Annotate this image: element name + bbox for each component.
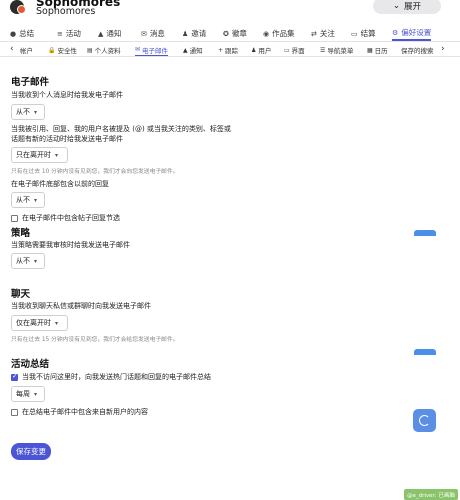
floating-action-button[interactable] [413,409,436,432]
mention-label-line1: 当我被引用、回复、我的用户名被提及 (@) 或当我关注的类别、标签或 [11,125,231,133]
users-icon: ♟ [251,46,257,54]
floating-tab [414,230,436,236]
digest-section-title: 活动总结 [11,359,50,370]
user-subtitle: Sophomores [36,6,96,17]
bars-icon: ☰ [320,46,326,54]
mention-select[interactable]: 只在离开时 ▾ [11,147,68,163]
envelope-icon: ✉ [135,46,141,53]
tab-notifications[interactable]: ▲ 通知 [98,26,121,41]
tab-email[interactable]: ✉ 电子邮件 [135,44,169,56]
plus-icon: + [218,46,224,54]
chat-select[interactable]: 仅在离开时 ▾ [11,315,68,331]
previous-replies-label: 在电子邮件底部包含以前的回复 [11,180,109,188]
primary-tabs: ● 总结 ≡ 活动 ▲ 通知 ✉ 消息 ♟ 邀请 ✪ 徽章 ◉ 作品集 ⇄ 关注 ▭ 结算 ⚙ 偏好… [0,26,460,42]
email-section-title: 电子邮件 [11,77,50,88]
desktop-icon: ▭ [284,46,290,54]
user-header: Sophomores Sophomores ⌄ 展开 [0,0,460,20]
floating-tab [414,349,436,355]
policy-label: 当策略需要我审核时给我发送电子邮件 [11,241,130,249]
gear-icon: ⚙ [392,28,399,37]
watermark: @e_driver: 已画脑 [404,489,458,500]
tab-interface[interactable]: ▭ 界面 [284,44,305,56]
chevron-down-icon: ▾ [34,390,38,398]
expand-label: 展开 [404,2,422,12]
chat-section-title: 聊天 [11,289,31,300]
bell-icon: ▲ [183,46,188,54]
expand-button[interactable]: ⌄ 展开 [373,0,441,14]
include-excerpt-checkbox[interactable]: 在电子邮件中包含帖子回复节选 [11,213,120,223]
stream-icon: ≡ [57,29,63,38]
tab-saved-searches[interactable]: 保存的搜索 [401,44,434,56]
chevron-down-icon: ⌄ [392,1,401,11]
previous-replies-select[interactable]: 从不 ▾ [11,192,45,208]
person-icon: ● [10,29,17,38]
tab-account[interactable]: 帐户 [20,44,33,56]
user-plus-icon: ♟ [182,29,189,38]
policy-section-title: 策略 [11,228,31,239]
credit-card-icon: ▭ [351,29,358,38]
tab-activity[interactable]: ≡ 活动 [57,26,81,41]
chat-label: 当我收到聊天私信或群聊时向我发送电子邮件 [11,302,151,310]
palette-icon: ◉ [263,29,270,38]
digest-new-users-checkbox[interactable]: 在总结电子邮件中包含来自新用户的内容 [11,407,148,417]
chevron-right-icon[interactable]: › [441,44,445,54]
policy-select[interactable]: 从不 ▾ [11,253,45,269]
save-button[interactable]: 保存变更 [11,443,51,460]
tab-nav-menu[interactable]: ☰ 导航菜单 [320,44,353,56]
tab-badges[interactable]: ✪ 徽章 [223,26,247,41]
envelope-icon: ✉ [141,29,147,38]
personal-message-label: 当我收到个人消息时给我发电子邮件 [11,91,123,99]
lock-icon: 🔒 [48,46,56,54]
tab-tracking[interactable]: + 跟踪 [218,44,238,56]
tab-portfolio[interactable]: ◉ 作品集 [263,26,295,41]
tab-users[interactable]: ♟ 用户 [251,44,271,56]
follow-icon: ⇄ [311,29,317,38]
chevron-down-icon: ▾ [34,196,38,204]
tab-summary[interactable]: ● 总结 [10,26,34,41]
calendar-icon: ▦ [367,46,373,54]
checkbox-checked[interactable] [11,372,18,381]
mention-label-line2: 话题有新的活动时给我发送电子邮件 [11,135,123,143]
tab-billing[interactable]: ▭ 结算 [351,26,376,41]
secondary-tabs: ‹ 帐户 🔒 安全性 ▤ 个人资料 ✉ 电子邮件 ▲ 通知 + 跟踪 ♟ 用户 ▭ 界面 ☰ 导… [0,43,460,57]
tab-notifications-prefs[interactable]: ▲ 通知 [183,44,203,56]
chevron-down-icon: ▾ [55,319,59,327]
digest-frequency-select[interactable]: 每周 ▾ [11,386,45,402]
id-card-icon: ▤ [87,46,93,54]
certificate-icon: ✪ [223,29,229,38]
tab-preferences[interactable]: ⚙ 偏好设置 [392,26,432,41]
tab-profile[interactable]: ▤ 个人资料 [87,44,121,56]
chevron-down-icon: ▾ [34,257,38,265]
tab-messages[interactable]: ✉ 消息 [141,26,165,41]
digest-enable-checkbox[interactable]: 当我不访问这里时，向我发送热门话题和回复的电子邮件总结 [11,372,211,382]
chevron-left-icon[interactable]: ‹ [10,44,14,54]
mention-hint: 只有在过去 10 分钟内没有见到您，我们才会向您发送电子邮件。 [11,169,179,175]
refresh-icon [419,415,430,426]
bell-icon: ▲ [98,29,104,38]
tab-invites[interactable]: ♟ 邀请 [182,26,206,41]
tab-following[interactable]: ⇄ 关注 [311,26,335,41]
chevron-down-icon: ▾ [55,151,59,159]
checkbox-unchecked[interactable] [11,214,18,222]
tab-calendar[interactable]: ▦ 日历 [367,44,388,56]
checkbox-unchecked[interactable] [11,408,18,416]
chat-hint: 只有在过去 15 分钟内没有见到您，我们才会给您发送电子邮件。 [11,337,179,343]
personal-message-select[interactable]: 从不 ▾ [11,104,45,120]
tab-security[interactable]: 🔒 安全性 [48,44,77,56]
avatar[interactable] [10,0,26,14]
chevron-down-icon: ▾ [34,108,38,116]
